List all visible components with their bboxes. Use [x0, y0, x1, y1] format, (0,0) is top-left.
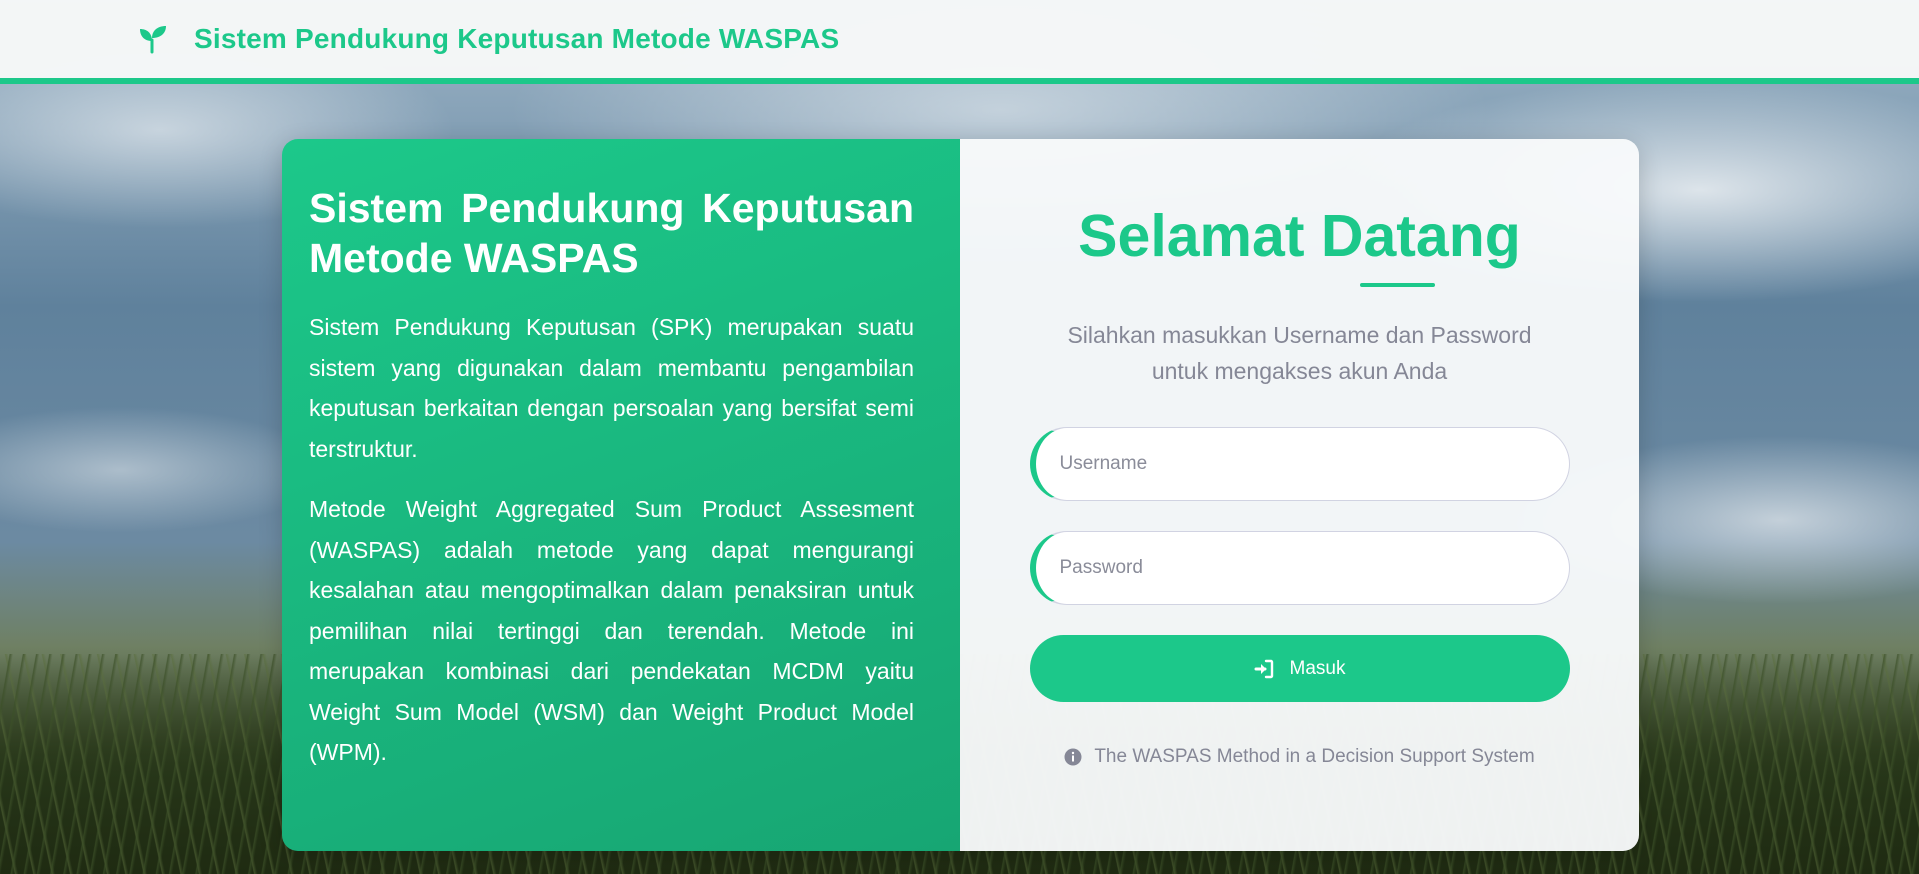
login-panel: Selamat Datang Silahkan masukkan Usernam…: [960, 139, 1639, 851]
navbar: Sistem Pendukung Keputusan Metode WASPAS: [0, 0, 1919, 84]
login-button[interactable]: Masuk: [1029, 635, 1570, 702]
intro-title: Sistem Pendukung Keputusan Metode WASPAS: [309, 185, 914, 281]
password-input[interactable]: [1059, 557, 1569, 579]
brand-title[interactable]: Sistem Pendukung Keputusan Metode WASPAS: [194, 23, 839, 55]
login-card: Sistem Pendukung Keputusan Metode WASPAS…: [282, 139, 1639, 851]
login-subtitle: Silahkan masukkan Username dan Password …: [1067, 322, 1532, 384]
password-field[interactable]: [1029, 531, 1570, 605]
info-circle-icon: [1064, 748, 1082, 766]
welcome-heading: Selamat Datang: [1078, 203, 1521, 269]
intro-panel: Sistem Pendukung Keputusan Metode WASPAS…: [282, 139, 960, 851]
login-button-label: Masuk: [1289, 657, 1346, 679]
login-form: Masuk: [1029, 389, 1570, 702]
intro-paragraph-spk: Sistem Pendukung Keputusan (SPK) merupak…: [309, 314, 914, 462]
seedling-icon[interactable]: [138, 24, 168, 54]
intro-paragraph-waspas: Metode Weight Aggregated Sum Product Ass…: [309, 496, 914, 765]
sign-in-icon: [1254, 659, 1274, 679]
method-note-text: The WASPAS Method in a Decision Support …: [1094, 746, 1535, 767]
heading-underline: [1360, 283, 1435, 287]
method-note: The WASPAS Method in a Decision Support …: [1064, 746, 1535, 768]
username-input[interactable]: [1059, 453, 1569, 475]
username-field[interactable]: [1029, 427, 1570, 501]
